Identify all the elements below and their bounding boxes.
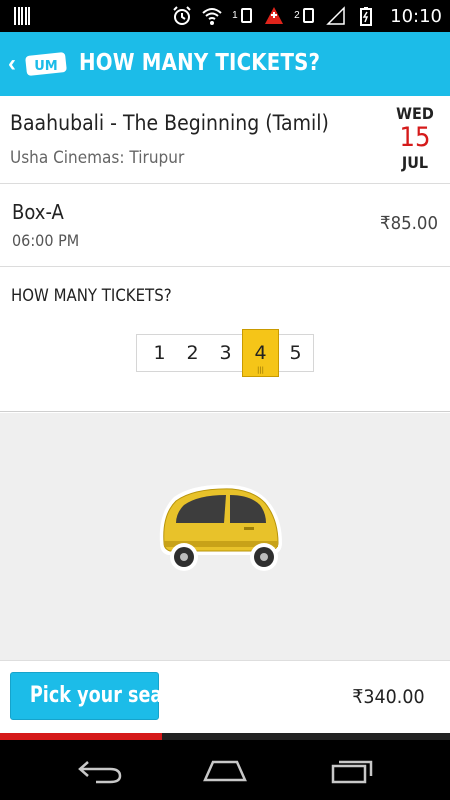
back-icon[interactable] [76,756,124,784]
ticket-count-option-3[interactable]: 3 [209,335,242,371]
show-date: WED 15 JUL [390,104,440,172]
page-title: HOW MANY TICKETS? [79,50,321,76]
ticket-count-option-5[interactable]: 5 [279,335,312,371]
pick-seats-button[interactable]: Pick your seats [10,672,181,720]
booking-progress-fill [0,733,162,740]
status-time: 10:10 [390,5,442,27]
svg-text:UM: UM [34,59,58,74]
status-icons: 1 2 10:10 [172,0,442,32]
status-bar: 1 2 10:10 [0,0,450,32]
booking-progress-bar [0,733,450,740]
signal-icon [326,6,345,25]
sim1-icon: 1 [232,6,254,26]
ticket-count-option-2[interactable]: 2 [176,335,209,371]
back-chevron-icon[interactable]: ‹ [8,52,24,76]
seat-class: Box-A 06:00 PM ₹85.00 [0,184,450,267]
movie-title: Baahubali - The Beginning (Tamil) [10,111,329,135]
ticket-count-option-4[interactable]: 4 ||| [242,329,279,377]
app-bar: ‹ UM HOW MANY TICKETS? [0,32,450,96]
app-logo-icon[interactable]: UM [24,50,68,78]
movie-info: Baahubali - The Beginning (Tamil) Usha C… [0,96,450,184]
ticket-count-label: HOW MANY TICKETS? [11,286,172,306]
bottom-bar: Pick your seats ₹340.00 [0,660,450,733]
selected-marker: ||| [256,366,265,374]
total-price: ₹340.00 [352,686,425,708]
battery-icon [360,7,373,26]
ticket-price: ₹85.00 [380,213,438,234]
sim2-icon: 2 [294,6,316,26]
show-time: 06:00 PM [12,231,80,250]
wifi-icon [202,8,222,25]
seat-illustration [0,413,450,660]
barcode-icon [14,7,30,25]
ticket-count-option-1[interactable]: 1 [143,335,176,371]
ticket-count-picker: 1 2 3 4 ||| 5 [136,329,314,377]
selected-count: 4 [254,342,267,364]
ticket-count-section: HOW MANY TICKETS? 1 2 3 4 ||| 5 [0,268,450,412]
seat-class-name: Box-A [12,200,64,224]
system-nav-bar [0,740,450,800]
date-day: WED [396,104,434,123]
car-icon [159,484,282,571]
alarm-icon [173,6,191,25]
home-icon[interactable] [201,756,249,784]
movie-venue: Usha Cinemas: Tirupur [10,148,185,168]
recent-apps-icon[interactable] [329,756,377,784]
warning-icon [265,7,284,24]
date-month: JUL [401,153,429,172]
date-number: 15 [399,122,431,153]
